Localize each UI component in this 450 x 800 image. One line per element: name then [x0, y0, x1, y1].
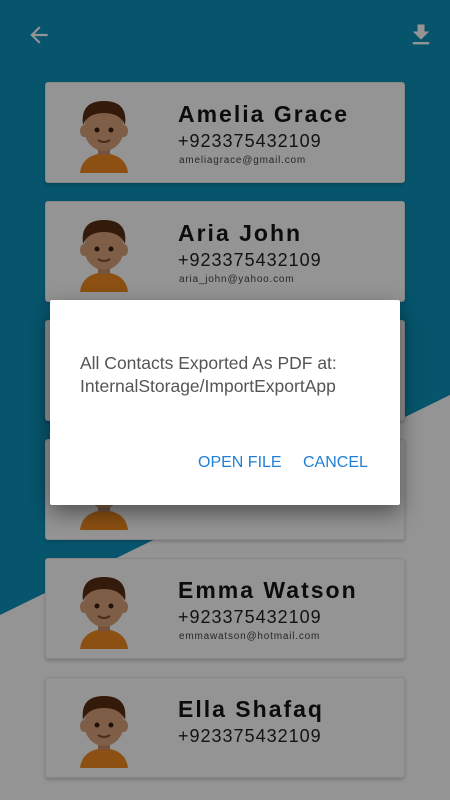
dialog-message: All Contacts Exported As PDF at: Interna…	[80, 353, 337, 396]
export-dialog: All Contacts Exported As PDF at: Interna…	[50, 300, 400, 505]
cancel-button[interactable]: CANCEL	[303, 454, 368, 472]
open-file-button[interactable]: OPEN FILE	[198, 454, 282, 472]
